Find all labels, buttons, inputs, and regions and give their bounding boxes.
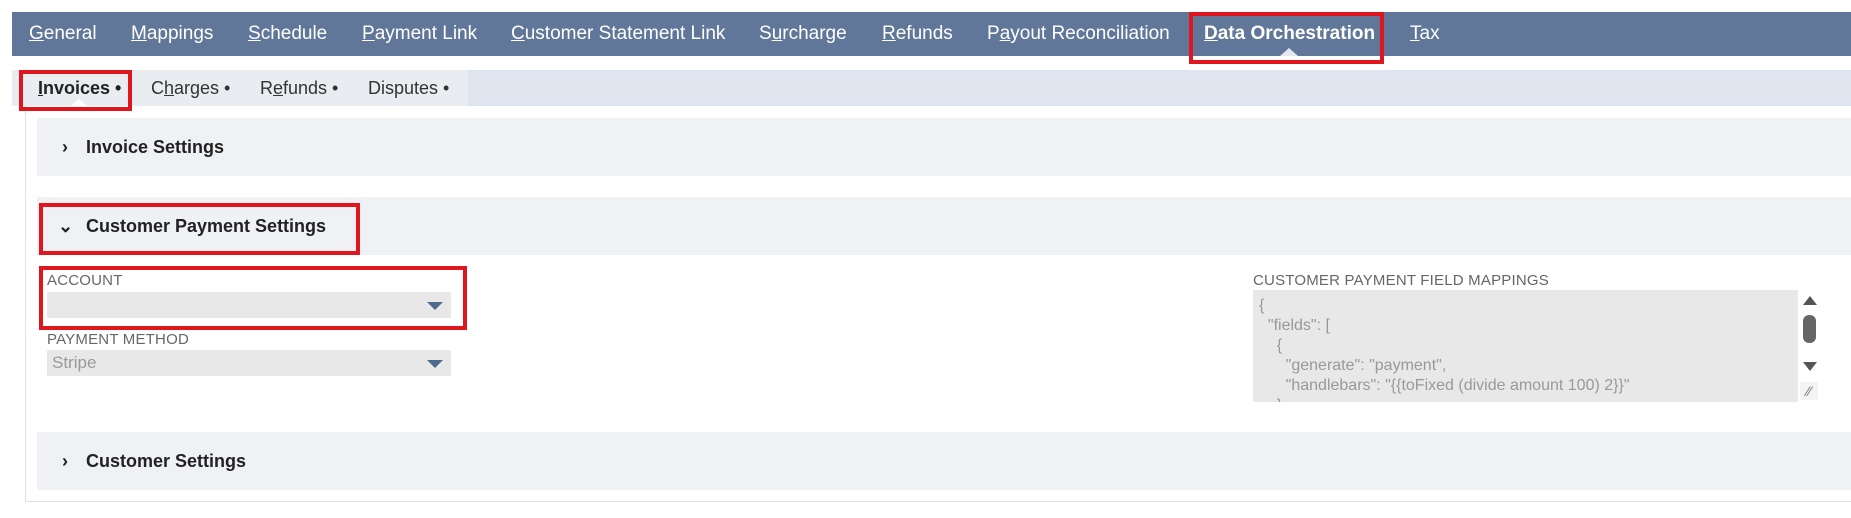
customer-payment-settings-header[interactable]: ⌄ Customer Payment Settings (58, 197, 326, 255)
subtab-disputes[interactable]: Disputes • (368, 70, 449, 106)
chevron-down-icon (427, 302, 443, 310)
subtab-charges[interactable]: Charges • (151, 70, 230, 106)
mappings-label: CUSTOMER PAYMENT FIELD MAPPINGS (1253, 272, 1549, 289)
customer-settings-section (37, 432, 1851, 490)
tab-mappings[interactable]: Mappings (131, 12, 213, 56)
invoice-settings-header[interactable]: › Invoice Settings (58, 118, 224, 176)
tab-payment-link-accesskey: P (362, 23, 375, 44)
tab-schedule[interactable]: Schedule (248, 12, 327, 56)
tab-general-label: eneral (43, 23, 97, 44)
chevron-down-icon (427, 360, 443, 368)
tab-customer-statement-link-accesskey: C (511, 23, 525, 44)
invoice-settings-title: Invoice Settings (86, 137, 225, 157)
tab-refunds-accesskey: R (882, 23, 896, 44)
tab-tax[interactable]: Tax (1410, 12, 1440, 56)
subtab-refunds-prefix: R (260, 78, 273, 98)
tab-payout-reconciliation[interactable]: Payout Reconciliation (987, 12, 1170, 56)
tab-surcharge-label: rcharge (782, 23, 847, 44)
subtab-invoices-label: nvoices • (43, 78, 122, 98)
subtab-charges-label: arges • (174, 78, 231, 98)
invoice-settings-section (37, 118, 1851, 176)
subtab-charges-accesskey: h (164, 78, 175, 98)
payment-method-value: Stripe (52, 353, 97, 372)
active-subtab-indicator (71, 99, 87, 106)
payment-method-select[interactable]: Stripe (47, 350, 451, 376)
tab-customer-statement-link-label: ustomer Statement Link (524, 23, 726, 44)
tab-customer-statement-link[interactable]: Customer Statement Link (511, 12, 725, 56)
tab-general-accesskey: G (29, 23, 44, 44)
tab-tax-accesskey: T (1410, 23, 1420, 44)
subtab-charges-prefix: C (151, 78, 164, 98)
tab-schedule-accesskey: S (248, 23, 261, 44)
tab-mappings-label: appings (146, 23, 214, 44)
tab-payment-link[interactable]: Payment Link (362, 12, 477, 56)
tab-surcharge[interactable]: Surcharge (759, 12, 847, 56)
account-label: ACCOUNT (47, 272, 123, 289)
chevron-right-icon: › (62, 137, 68, 157)
chevron-down-icon: ⌄ (58, 216, 74, 236)
mappings-value: { "fields": [ { "generate": "payment", "… (1259, 297, 1630, 402)
tab-refunds-label: efunds (895, 23, 953, 44)
tab-tax-label: ax (1419, 23, 1440, 44)
tab-payout-reconciliation-accesskey: a (999, 23, 1011, 44)
customer-settings-title: Customer Settings (86, 451, 247, 471)
chevron-right-icon: › (62, 451, 68, 471)
tab-payout-reconciliation-label: yout Reconciliation (1010, 23, 1170, 44)
tab-surcharge-prefix: S (759, 23, 772, 44)
scroll-up-icon[interactable] (1803, 296, 1817, 305)
active-tab-indicator (1280, 48, 1298, 56)
subtab-refunds-accesskey: e (273, 78, 284, 98)
tab-data-orchestration-label: ata Orchestration (1217, 23, 1376, 44)
tab-general[interactable]: General (29, 12, 97, 56)
subtab-refunds-label: funds • (283, 78, 339, 98)
customer-payment-settings-title: Customer Payment Settings (86, 216, 327, 236)
mappings-textarea[interactable]: { "fields": [ { "generate": "payment", "… (1253, 290, 1798, 402)
tab-payout-reconciliation-prefix: P (987, 23, 1000, 44)
subtab-disputes-label: Disputes • (368, 78, 450, 98)
tab-mappings-accesskey: M (131, 23, 147, 44)
customer-settings-header[interactable]: › Customer Settings (58, 432, 246, 490)
tab-data-orchestration-accesskey: D (1204, 23, 1218, 44)
tab-schedule-label: chedule (260, 23, 328, 44)
account-select[interactable] (47, 292, 451, 318)
scroll-thumb[interactable] (1803, 315, 1816, 343)
resize-handle-icon[interactable]: ⁄⁄ (1800, 382, 1818, 400)
tab-payment-link-label: ayment Link (374, 23, 478, 44)
scroll-down-icon[interactable] (1803, 362, 1817, 371)
subtab-refunds[interactable]: Refunds • (260, 70, 338, 106)
payment-method-label: PAYMENT METHOD (47, 331, 189, 348)
tab-surcharge-accesskey: u (771, 23, 783, 44)
tab-refunds[interactable]: Refunds (882, 12, 953, 56)
